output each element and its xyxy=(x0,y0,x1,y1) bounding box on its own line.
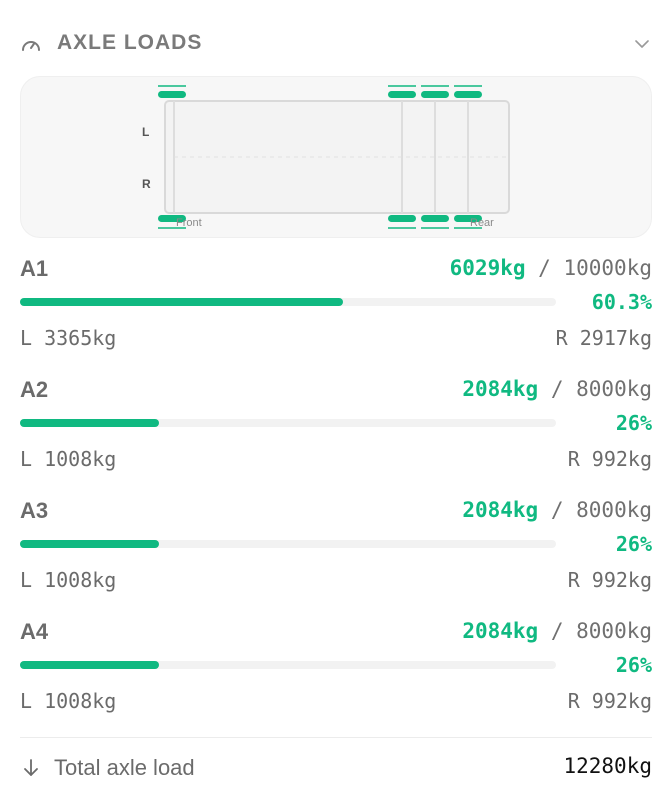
tires-top xyxy=(158,85,482,98)
axle-current-load: 2084kg xyxy=(462,377,539,401)
right-side-load: R 992kg xyxy=(567,689,652,713)
total-row: Total axle load 12280kg xyxy=(20,752,652,788)
load-percent: 26% xyxy=(615,653,652,677)
axle-row-a4: A4 2084kg / 8000kg 26% L 1008kg R 992kg xyxy=(20,619,652,729)
rear-label: Rear xyxy=(470,217,494,229)
axle-load-readout: 2084kg / 8000kg xyxy=(462,619,652,643)
axle-name: A3 xyxy=(20,498,49,523)
right-side-load: R 2917kg xyxy=(555,326,652,350)
axle-max-load: 10000kg xyxy=(563,256,652,280)
tire-a3-left xyxy=(421,91,449,98)
axle-load-readout: 2084kg / 8000kg xyxy=(462,498,652,522)
side-right-label: R xyxy=(142,177,151,191)
panel-header: AXLE LOADS xyxy=(20,28,652,58)
left-side-load: L 1008kg xyxy=(20,447,117,471)
tire-a2-left xyxy=(388,91,416,98)
load-bar xyxy=(20,661,556,669)
truck-diagram: L R Front Rear xyxy=(20,76,652,238)
load-percent: 60.3% xyxy=(591,290,652,314)
load-bar xyxy=(20,540,556,548)
panel-title: AXLE LOADS xyxy=(57,31,203,54)
right-side-load: R 992kg xyxy=(567,568,652,592)
front-label: Front xyxy=(176,217,202,229)
tires-bottom xyxy=(158,215,482,229)
axle-row-a2: A2 2084kg / 8000kg 26% L 1008kg R 992kg xyxy=(20,377,652,487)
axle-current-load: 6029kg xyxy=(449,256,526,280)
left-side-load: L 1008kg xyxy=(20,689,117,713)
axle-max-load: 8000kg xyxy=(576,377,652,401)
tire-a3-right xyxy=(421,215,449,222)
load-separator: / xyxy=(538,256,551,280)
axle-row-a3: A3 2084kg / 8000kg 26% L 1008kg R 992kg xyxy=(20,498,652,608)
tire-a2-right xyxy=(388,215,416,222)
axle-load-readout: 2084kg / 8000kg xyxy=(462,377,652,401)
axle-max-load: 8000kg xyxy=(576,619,652,643)
load-bar-fill xyxy=(20,298,344,306)
left-side-load: L 1008kg xyxy=(20,568,117,592)
axle-current-load: 2084kg xyxy=(462,498,539,522)
left-side-load: L 3365kg xyxy=(20,326,117,350)
gauge-icon xyxy=(22,41,40,51)
total-label: Total axle load xyxy=(54,755,195,780)
load-separator: / xyxy=(550,498,564,522)
axle-load-readout: 6029kg / 10000kg xyxy=(450,256,652,280)
load-percent: 26% xyxy=(615,411,652,435)
divider xyxy=(20,737,652,738)
axle-name: A4 xyxy=(20,619,49,644)
tire-a1-left xyxy=(158,91,186,98)
axle-row-a1: A1 6029kg / 10000kg 60.3% L 3365kg R 291… xyxy=(20,256,652,366)
axle-name: A2 xyxy=(20,377,49,402)
axle-name: A1 xyxy=(20,256,49,281)
load-bar-fill xyxy=(20,540,160,548)
arrow-down-icon xyxy=(24,759,38,776)
load-percent: 26% xyxy=(615,532,652,556)
load-bar-fill xyxy=(20,419,160,427)
side-left-label: L xyxy=(142,125,149,139)
load-bar xyxy=(20,298,556,306)
load-bar xyxy=(20,419,556,427)
total-value: 12280kg xyxy=(563,754,652,778)
axle-max-load: 8000kg xyxy=(576,498,652,522)
load-separator: / xyxy=(550,619,564,643)
axle-current-load: 2084kg xyxy=(462,619,539,643)
right-side-load: R 992kg xyxy=(567,447,652,471)
chevron-down-icon[interactable] xyxy=(632,34,652,54)
load-bar-fill xyxy=(20,661,160,669)
tire-a4-left xyxy=(454,91,482,98)
load-separator: / xyxy=(550,377,564,401)
